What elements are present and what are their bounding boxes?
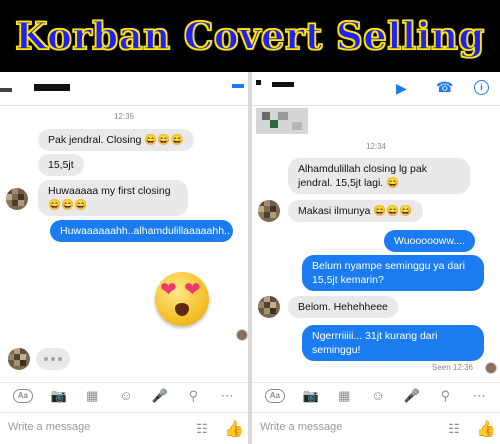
hd-phone-icon[interactable]: ☎ xyxy=(436,79,453,96)
camera-icon[interactable]: 📷 xyxy=(50,388,66,404)
header-icon-fragment xyxy=(232,84,244,88)
composer-toolbar: Aa 📷 ▦ ☺ 🎤 ⚲ ⋯ xyxy=(0,382,248,408)
composer: Write a message ☷ 👍 xyxy=(0,412,248,444)
camera-icon[interactable]: 📷 xyxy=(302,388,318,404)
heart-eyes-emoji-icon: ❤ ❤ xyxy=(155,272,209,326)
message-input[interactable]: Write a message xyxy=(260,421,342,433)
mic-icon[interactable]: 🎤 xyxy=(152,388,168,404)
like-icon[interactable]: 👍 xyxy=(224,419,244,439)
aa-icon[interactable]: Aa xyxy=(12,388,33,403)
message-bubble[interactable]: Ngerrriiiii... 31jt kurang dari seminggu… xyxy=(302,325,484,361)
message-bubble[interactable]: Makasi ilmunya 😄😄😄 xyxy=(288,200,423,222)
avatar[interactable] xyxy=(258,200,280,222)
info-icon[interactable]: i xyxy=(474,80,489,95)
aa-icon[interactable]: Aa xyxy=(264,388,285,403)
gallery-icon[interactable]: ▦ xyxy=(336,388,352,404)
right-chat-panel: ▶ ☎ i 12:34 Alhamdulillah closing lg pak… xyxy=(252,72,500,444)
left-chat-panel: 12:35 Pak jendral. Closing 😄😄😄 15,5jt Hu… xyxy=(0,72,248,444)
avatar[interactable] xyxy=(258,296,280,318)
redacted-image xyxy=(270,120,278,128)
timestamp: 12:34 xyxy=(365,142,387,151)
seen-avatar xyxy=(236,329,248,341)
message-bubble[interactable]: Pak jendral. Closing 😄😄😄 xyxy=(38,129,194,151)
composer-toolbar: Aa 📷 ▦ ☺ 🎤 ⚲ ⋯ xyxy=(252,382,500,408)
gallery-icon[interactable]: ▦ xyxy=(84,388,100,404)
message-bubble[interactable]: 15,5jt xyxy=(38,154,84,176)
qr-code-icon[interactable]: ☷ xyxy=(446,421,462,437)
typing-indicator xyxy=(36,348,70,370)
redacted-image xyxy=(292,122,302,130)
qr-code-icon[interactable]: ☷ xyxy=(194,421,210,437)
banner: Korban Covert Selling xyxy=(0,0,500,72)
message-bubble[interactable]: Wuoooooww.... xyxy=(384,230,476,252)
redacted-name xyxy=(272,82,294,87)
redacted-name xyxy=(34,84,70,91)
avatar[interactable] xyxy=(8,348,30,370)
redacted-image xyxy=(262,112,270,120)
redacted-name xyxy=(0,88,12,92)
redacted-image xyxy=(278,112,288,120)
like-icon[interactable]: 👍 xyxy=(476,419,496,439)
seen-avatar xyxy=(485,362,497,374)
message-bubble[interactable]: Belum nyampe seminggu ya dari 15,5jt kem… xyxy=(302,255,484,291)
right-chat-header: ▶ ☎ i xyxy=(252,72,500,106)
banner-title: Korban Covert Selling xyxy=(15,13,485,58)
message-bubble[interactable]: Belom. Hehehheee xyxy=(288,296,398,318)
message-bubble[interactable]: Huwaaaaa my first closing 😄😄😄 xyxy=(38,180,188,216)
timestamp: 12:35 xyxy=(113,112,135,121)
redacted-name xyxy=(256,80,261,85)
seen-status: Seen 12:36 xyxy=(432,363,473,372)
message-bubble[interactable]: Alhamdulillah closing lg pak jendral. 15… xyxy=(288,158,470,194)
more-icon[interactable]: ⋯ xyxy=(219,388,235,404)
emoji-icon[interactable]: ☺ xyxy=(370,388,386,404)
composer: Write a message ☷ 👍 xyxy=(252,412,500,444)
video-call-icon[interactable]: ▶ xyxy=(396,80,407,97)
emoji-icon[interactable]: ☺ xyxy=(118,388,134,404)
message-input[interactable]: Write a message xyxy=(8,421,90,433)
location-icon[interactable]: ⚲ xyxy=(437,388,453,404)
left-chat-header xyxy=(0,72,248,106)
mic-icon[interactable]: 🎤 xyxy=(404,388,420,404)
more-icon[interactable]: ⋯ xyxy=(471,388,487,404)
message-bubble[interactable]: Huwaaaaaahh..alhamdulillaaaaahh.. xyxy=(50,220,233,242)
avatar[interactable] xyxy=(6,188,28,210)
location-icon[interactable]: ⚲ xyxy=(185,388,201,404)
